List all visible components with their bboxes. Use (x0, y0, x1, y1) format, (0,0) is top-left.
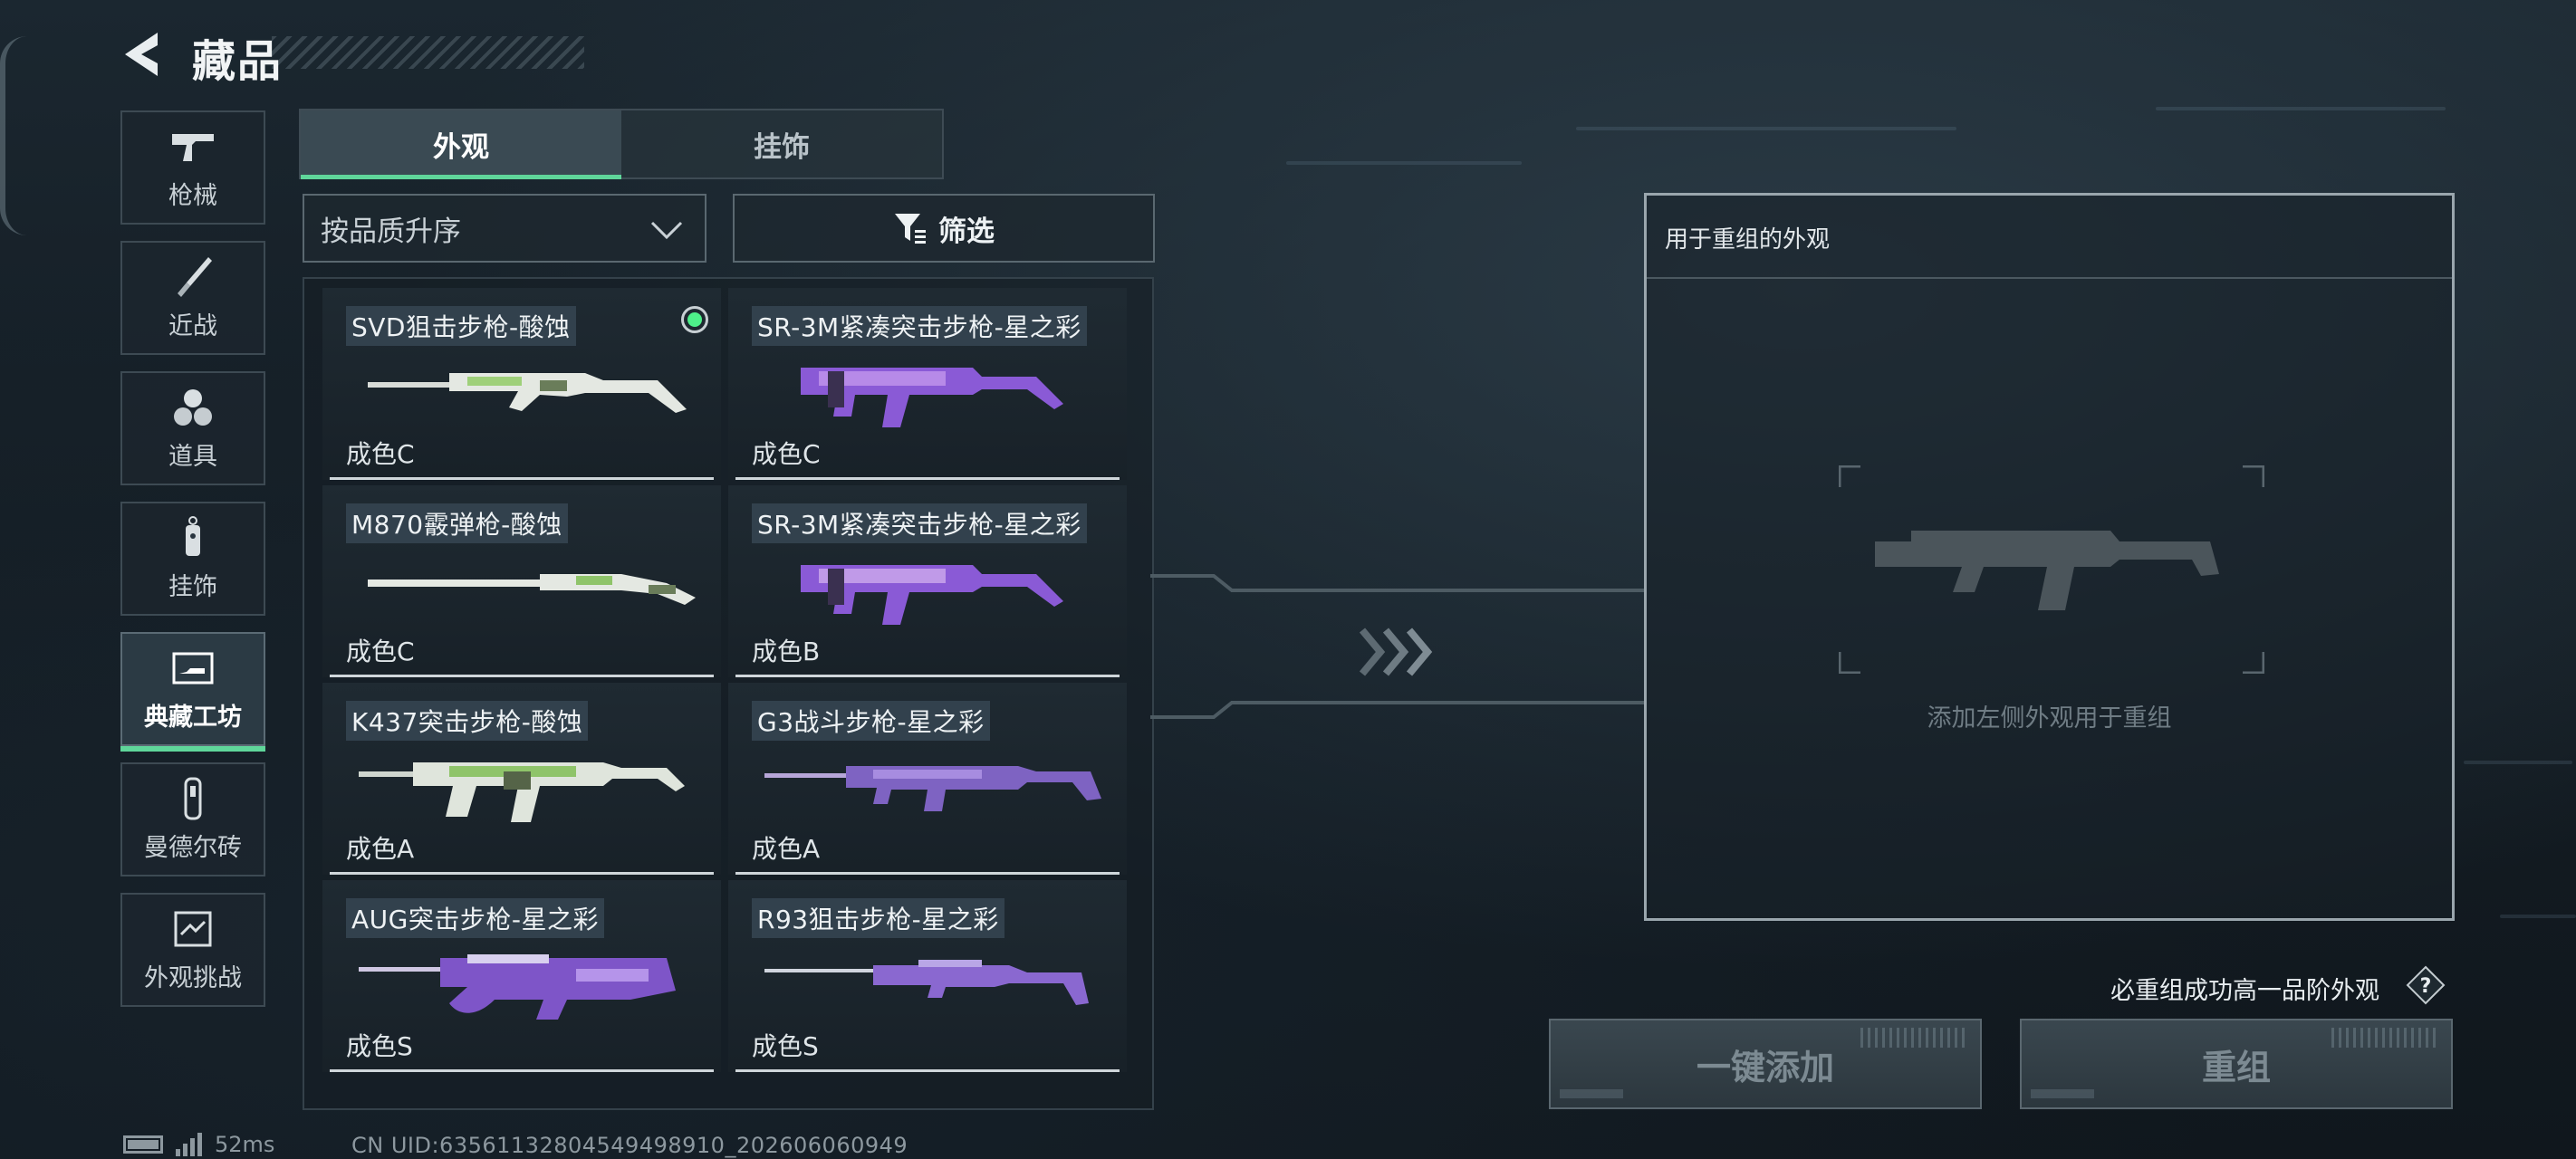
tab-bar: 外观 挂饰 (299, 109, 944, 179)
nav-label: 挂饰 (168, 572, 217, 601)
background-streak (2464, 761, 2572, 764)
skin-card[interactable]: SVD狙击步枪-酸蚀 成色C (322, 288, 721, 480)
nav-item-guns[interactable]: 枪械 (120, 110, 265, 225)
panel-header: 用于重组的外观 (1647, 196, 2452, 279)
nav-label: 道具 (168, 442, 217, 471)
skin-grade: 成色A (752, 834, 821, 864)
recombine-button[interactable]: 重组 (2020, 1019, 2453, 1109)
edge-decoration (0, 36, 42, 235)
skin-card[interactable]: G3战斗步枪-星之彩 成色A (728, 683, 1127, 875)
charm-icon (186, 515, 200, 556)
nav-label: 近战 (168, 311, 217, 340)
user-uid: CN UID:63561132804549498910_202606060949 (351, 1133, 908, 1158)
tab-charms[interactable]: 挂饰 (621, 110, 942, 177)
background-streak (2156, 107, 2446, 110)
workshop-icon (172, 652, 214, 684)
button-decoration (2331, 1028, 2440, 1048)
skin-card[interactable]: SR-3M紧凑突击步枪-星之彩 成色B (728, 485, 1127, 677)
equipped-indicator (681, 306, 708, 333)
nav-item-melee[interactable]: 近战 (120, 241, 265, 355)
back-arrow-icon (125, 33, 158, 76)
one-click-add-button[interactable]: 一键添加 (1549, 1019, 1982, 1109)
button-decoration (1860, 1028, 1969, 1048)
nav-label: 曼德尔砖 (144, 833, 242, 862)
skin-grade: 成色S (752, 1031, 819, 1061)
sniper-rifle-icon (764, 960, 1089, 1005)
skin-grade: 成色B (752, 637, 821, 666)
skin-grade: 成色S (346, 1031, 413, 1061)
battery-icon (123, 1135, 163, 1154)
smg-icon (801, 368, 1063, 427)
skin-grid: SVD狙击步枪-酸蚀 成色C SR-3M紧凑突击步枪-星之彩 成色C M870霰… (303, 277, 1154, 1110)
nav-label: 外观挑战 (144, 963, 242, 992)
filter-icon (895, 214, 926, 244)
background-streak (1576, 127, 1956, 130)
sniper-rifle-icon (368, 373, 687, 413)
grenades-icon (174, 388, 212, 426)
filter-label: 筛选 (938, 215, 995, 248)
challenge-icon (174, 911, 212, 946)
skin-grade: 成色C (752, 439, 821, 469)
smg-icon (801, 565, 1063, 625)
title-decoration (272, 36, 584, 69)
nav-label: 枪械 (168, 181, 217, 210)
sort-value: 按品质升序 (321, 215, 461, 248)
status-bar: 52ms (123, 1132, 274, 1157)
nav-item-workshop[interactable]: 典藏工坊 (120, 632, 265, 752)
sort-dropdown[interactable]: 按品质升序 (303, 194, 706, 263)
gun-icon (172, 133, 214, 161)
nav-item-charms[interactable]: 挂饰 (120, 502, 265, 616)
skin-card[interactable]: AUG突击步枪-星之彩 成色S (322, 880, 721, 1072)
shotgun-icon (368, 574, 696, 605)
skin-grade: 成色C (346, 439, 415, 469)
chevron-arrows-icon (1359, 627, 1433, 676)
help-icon[interactable]: ? (2406, 965, 2446, 1005)
nav-item-gadgets[interactable]: 道具 (120, 371, 265, 485)
tab-appearance[interactable]: 外观 (301, 110, 621, 179)
knife-icon (178, 256, 212, 297)
assault-rifle-icon (359, 762, 685, 822)
panel-title: 用于重组的外观 (1665, 226, 1831, 254)
signal-icon (176, 1133, 202, 1156)
battle-rifle-icon (764, 766, 1101, 811)
back-button[interactable] (118, 27, 172, 81)
mandel-brick-icon (184, 777, 202, 819)
panel-hint: 添加左侧外观用于重组 (1927, 704, 2172, 733)
button-label: 一键添加 (1696, 1047, 1834, 1087)
skin-grade: 成色C (346, 637, 415, 666)
guarantee-note: 必重组成功高一品阶外观 (2110, 977, 2379, 1005)
button-decoration (2031, 1089, 2094, 1098)
background-streak (2500, 915, 2576, 918)
skin-card[interactable]: M870霰弹枪-酸蚀 成色C (322, 485, 721, 677)
nav-item-mandel-brick[interactable]: 曼德尔砖 (120, 762, 265, 876)
recombine-panel: 用于重组的外观 添加左侧外观用于重组 (1644, 193, 2455, 921)
button-label: 重组 (2201, 1047, 2271, 1087)
page-title: 藏品 (192, 36, 284, 87)
bullpup-rifle-icon (359, 954, 676, 1020)
button-decoration (1560, 1089, 1623, 1098)
empty-weapon-slot[interactable] (1839, 465, 2264, 674)
skin-card[interactable]: R93狙击步枪-星之彩 成色S (728, 880, 1127, 1072)
chevron-down-icon (650, 221, 683, 240)
ping-value: 52ms (215, 1132, 275, 1157)
skin-card[interactable]: K437突击步枪-酸蚀 成色A (322, 683, 721, 875)
nav-item-skin-challenge[interactable]: 外观挑战 (120, 893, 265, 1007)
filter-button[interactable]: 筛选 (733, 194, 1155, 263)
nav-label: 典藏工坊 (144, 703, 242, 732)
skin-grade: 成色A (346, 834, 415, 864)
svg-text:?: ? (2420, 975, 2432, 998)
background-streak (1286, 161, 1522, 165)
skin-card[interactable]: SR-3M紧凑突击步枪-星之彩 成色C (728, 288, 1127, 480)
